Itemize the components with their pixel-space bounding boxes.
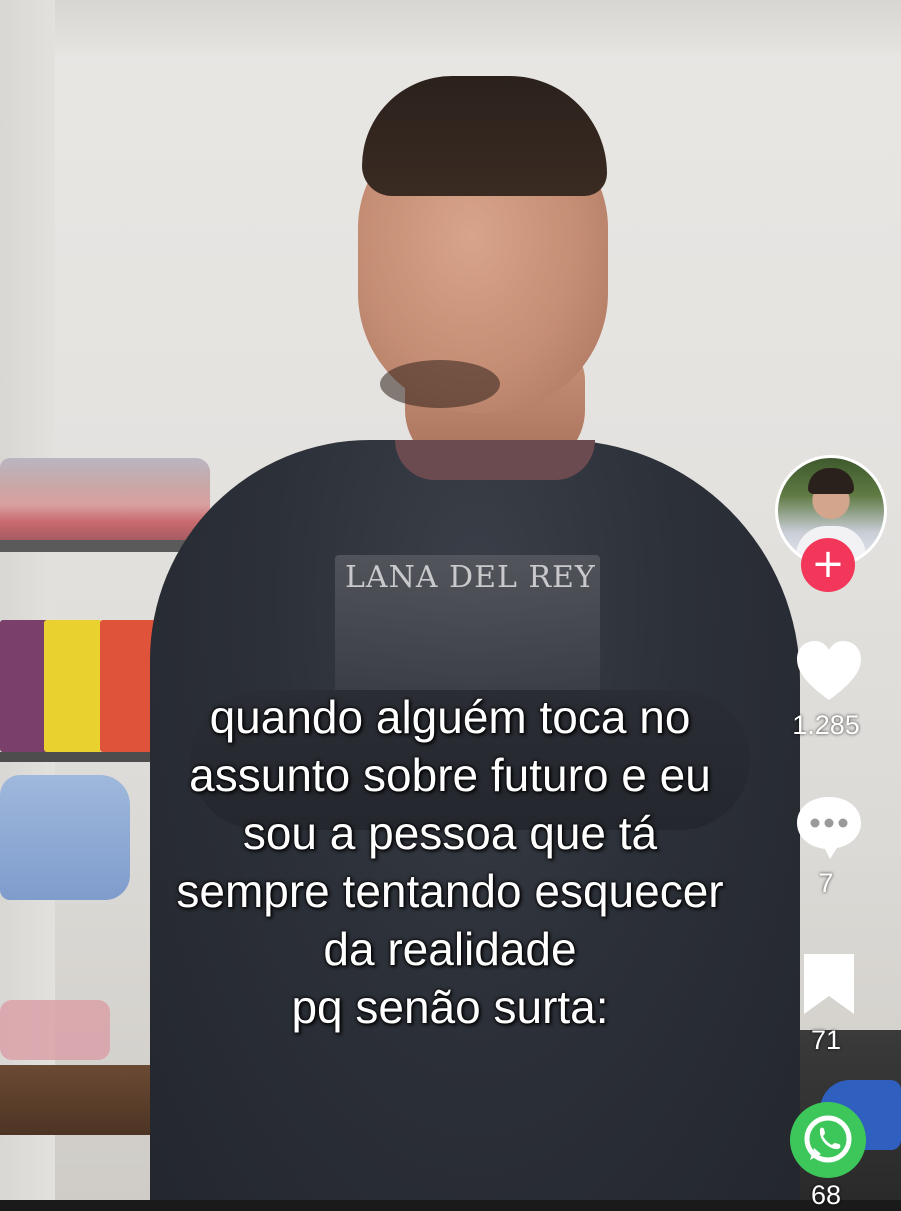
shirt-collar — [395, 440, 595, 480]
caption-line: sempre tentando esquecer — [176, 865, 724, 917]
person-beard — [380, 360, 500, 408]
saves-count: 71 — [810, 1025, 842, 1055]
comment-bubble-icon[interactable] — [794, 793, 864, 863]
caption-line: da realidade — [323, 923, 577, 975]
caption-line: sou a pessoa que tá — [242, 807, 658, 859]
shares-count: 68 — [810, 1180, 842, 1210]
follow-button[interactable]: + — [801, 538, 855, 592]
avatar-hair — [808, 468, 854, 494]
caption-line: quando alguém toca no — [209, 691, 691, 743]
folded-clothes — [0, 458, 210, 543]
video-caption: quando alguém toca no assunto sobre futu… — [60, 688, 840, 1036]
caption-line: assunto sobre futuro e eu — [189, 749, 711, 801]
whatsapp-icon — [804, 1115, 852, 1163]
whatsapp-share-button[interactable] — [790, 1102, 866, 1178]
caption-line: pq senão surta: — [291, 981, 609, 1033]
shirt-print-text: LANA DEL REY — [345, 560, 596, 595]
heart-icon[interactable] — [794, 638, 864, 708]
person-hair — [362, 76, 607, 196]
bookmark-icon[interactable] — [794, 950, 864, 1020]
likes-count: 1.285 — [792, 710, 860, 740]
ceiling — [0, 0, 901, 55]
comments-count: 7 — [818, 868, 834, 898]
